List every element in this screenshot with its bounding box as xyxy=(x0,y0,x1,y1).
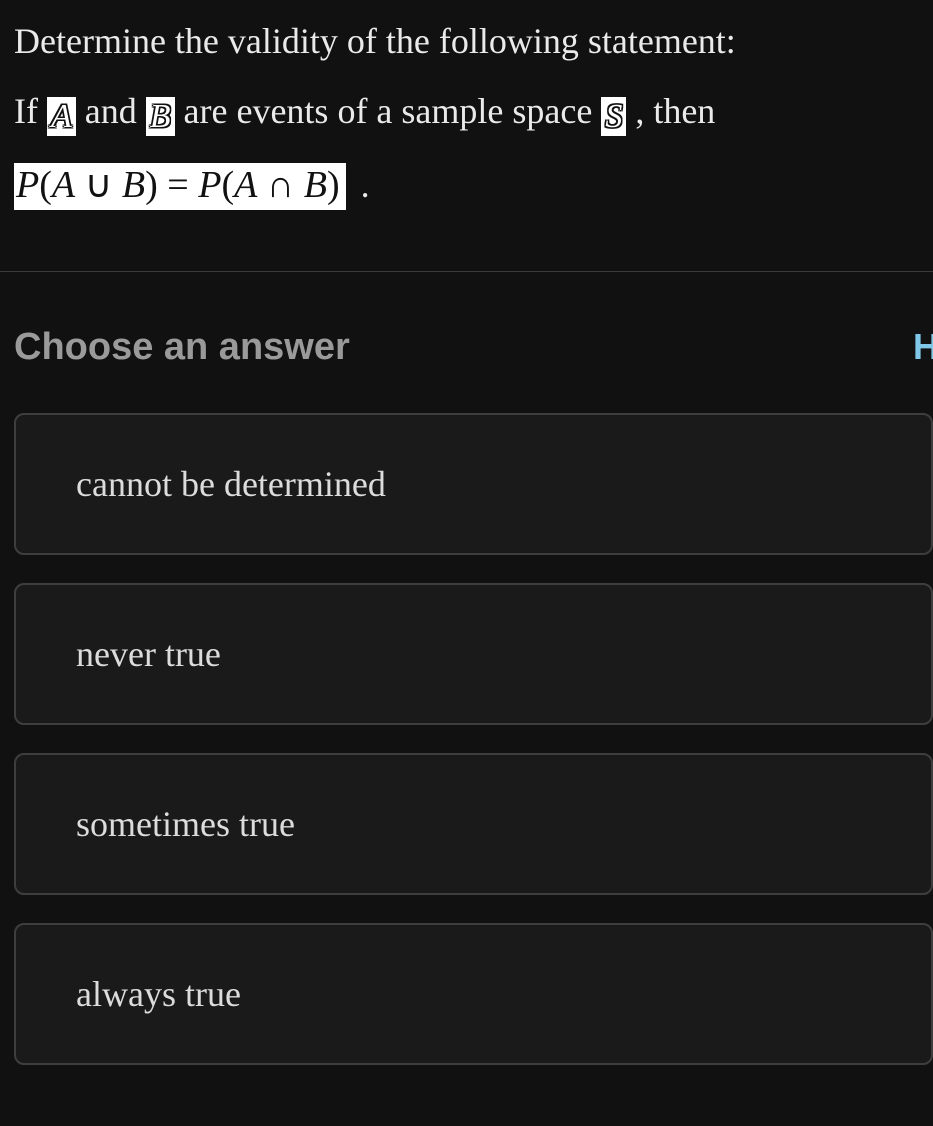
answer-option-3[interactable]: sometimes true xyxy=(14,753,933,895)
math-var-s: S xyxy=(601,97,626,136)
answer-option-label: always true xyxy=(76,973,241,1015)
answer-option-2[interactable]: never true xyxy=(14,583,933,725)
answer-option-label: never true xyxy=(76,633,221,675)
choose-answer-label: Choose an answer xyxy=(14,326,350,369)
answer-option-1[interactable]: cannot be determined xyxy=(14,413,933,555)
answer-option-4[interactable]: always true xyxy=(14,923,933,1065)
question-prompt: Determine the validity of the following … xyxy=(14,14,933,213)
answer-list: cannot be determined never true sometime… xyxy=(14,413,933,1065)
math-formula: P(A ∪ B) = P(A ∩ B) xyxy=(14,163,346,211)
text-if: If xyxy=(14,91,47,131)
text-events: are events of a sample space xyxy=(184,91,602,131)
prompt-intro: Determine the validity of the following … xyxy=(14,14,933,70)
period: . xyxy=(361,165,370,205)
math-var-b: B xyxy=(146,97,175,136)
divider xyxy=(0,271,933,272)
text-and: and xyxy=(85,91,146,131)
hint-link[interactable]: H xyxy=(913,326,933,368)
answer-option-label: cannot be determined xyxy=(76,463,386,505)
prompt-formula-line: P(A ∪ B) = P(A ∩ B) . xyxy=(14,158,933,214)
text-then: , then xyxy=(635,91,715,131)
prompt-line-2: If A and B are events of a sample space … xyxy=(14,84,933,140)
math-var-a: A xyxy=(47,97,76,136)
answer-option-label: sometimes true xyxy=(76,803,295,845)
